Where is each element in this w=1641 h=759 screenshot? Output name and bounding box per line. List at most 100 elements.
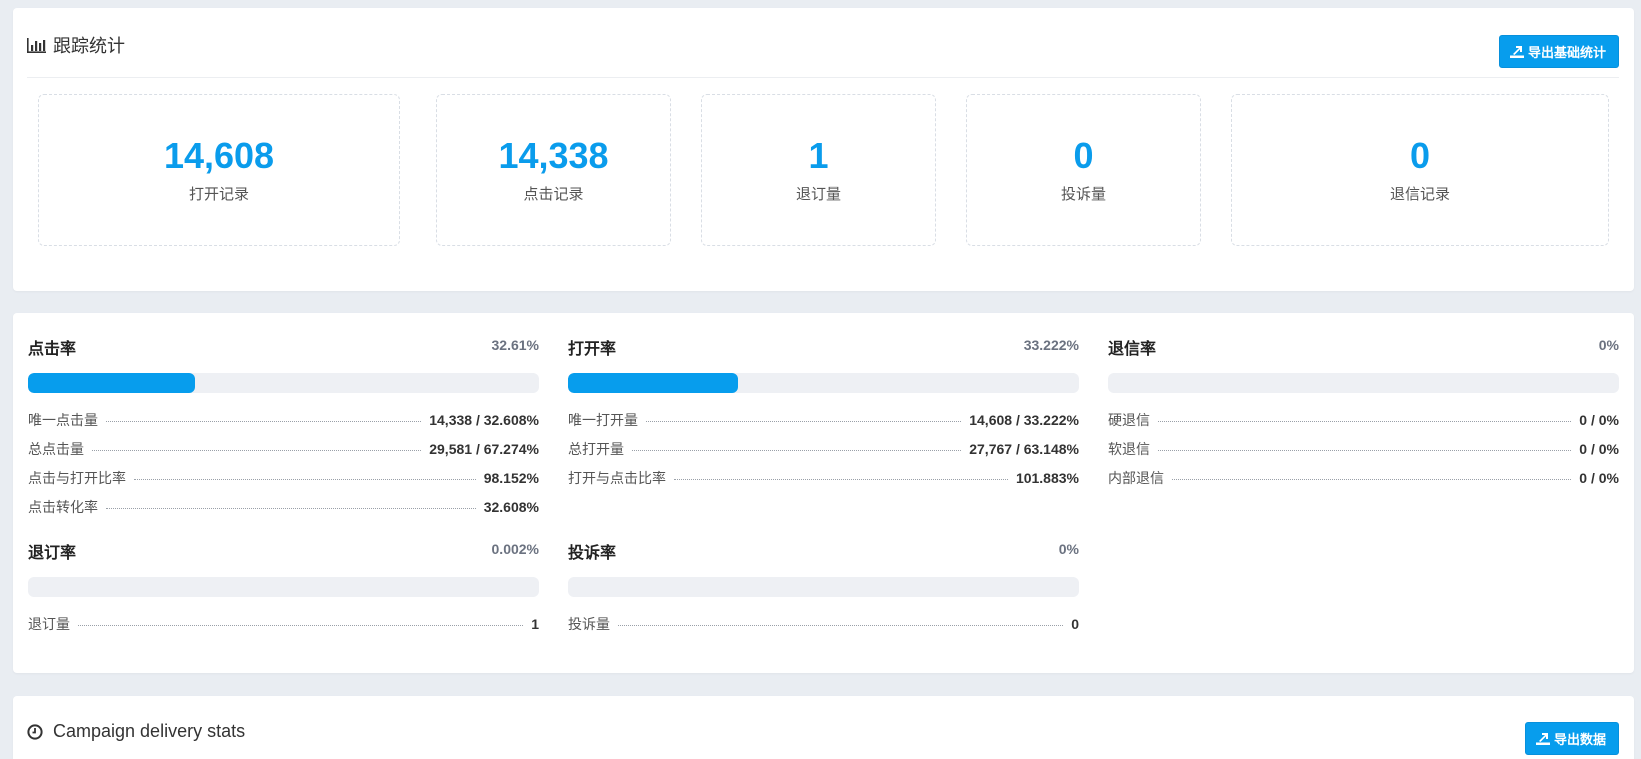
stat-click-records: 14,338 点击记录 (436, 94, 671, 246)
rate-name: 投诉率 (568, 545, 617, 562)
dotted-leader (1172, 479, 1572, 480)
tracking-stats-title-text: 跟踪统计 (53, 36, 125, 56)
rate-name: 打开率 (568, 341, 617, 358)
export-data-label: 导出数据 (1553, 732, 1606, 747)
click-rate-section: 点击率 32.61% 唯一点击量 14,338 / 32.608% 总点击量 2… (28, 335, 539, 526)
export-basic-stats-label: 导出基础统计 (1527, 45, 1606, 60)
clock-icon (27, 723, 47, 741)
export-icon (1535, 732, 1550, 745)
progress-fill (28, 373, 195, 393)
tracking-stats-title: 跟踪统计 (27, 32, 125, 58)
card-divider (27, 77, 1619, 78)
dotted-leader (106, 508, 476, 509)
export-basic-stats-button[interactable]: 导出基础统计 (1498, 35, 1619, 68)
row-value: 101.883% (1015, 470, 1079, 486)
row-label: 软退信 (1108, 441, 1150, 457)
open-rate-progress (568, 373, 1079, 393)
export-icon (1509, 45, 1524, 58)
stat-row-unique-opens: 唯一打开量 14,608 / 33.222% (568, 410, 1079, 439)
stat-row-complaints: 投诉量 0 (568, 614, 1079, 643)
campaign-delivery-title: Campaign delivery stats (27, 721, 245, 742)
dotted-leader (106, 421, 422, 422)
dotted-leader (134, 479, 476, 480)
dotted-leader (632, 450, 962, 451)
rate-name: 点击率 (28, 341, 77, 358)
row-label: 唯一打开量 (568, 412, 638, 428)
stats-row: 14,608 打开记录 14,338 点击记录 1 退订量 0 投诉量 0 退信… (38, 94, 1609, 246)
bounce-rate-section: 退信率 0% 硬退信 0 / 0% 软退信 0 / 0% 内部退信 0 / 0% (1108, 335, 1619, 497)
dotted-leader (618, 625, 1064, 626)
row-value: 29,581 / 67.274% (429, 441, 539, 457)
row-label: 打开与点击比率 (568, 470, 666, 486)
rate-value: 0.002% (491, 541, 539, 557)
campaign-delivery-card: Campaign delivery stats 导出数据 (13, 696, 1634, 759)
dotted-leader (78, 625, 524, 626)
stat-bounce-records: 0 退信记录 (1231, 94, 1609, 246)
stat-label: 退信记录 (1389, 186, 1450, 203)
stat-row-internal-bounce: 内部退信 0 / 0% (1108, 468, 1619, 497)
unsubscribe-rate-progress (28, 577, 539, 597)
dotted-leader (92, 450, 422, 451)
stat-value: 1 (808, 135, 829, 176)
row-label: 投诉量 (568, 616, 610, 632)
tracking-stats-card: 跟踪统计 导出基础统计 14,608 打开记录 14,338 点击记录 1 退订… (13, 8, 1634, 291)
row-value: 32.608% (483, 499, 539, 515)
rate-value: 33.222% (1023, 337, 1079, 353)
row-label: 点击转化率 (28, 499, 98, 515)
stat-label: 点击记录 (523, 186, 584, 203)
dotted-leader (646, 421, 962, 422)
rate-name: 退订率 (28, 545, 77, 562)
stat-row-hard-bounce: 硬退信 0 / 0% (1108, 410, 1619, 439)
rate-value: 32.61% (491, 337, 539, 353)
campaign-delivery-title-text: Campaign delivery stats (53, 721, 246, 741)
dotted-leader (1158, 421, 1572, 422)
bounce-rate-progress (1108, 373, 1619, 393)
stat-row-click-conversion: 点击转化率 32.608% (28, 497, 539, 526)
row-value: 0 / 0% (1579, 470, 1619, 486)
row-label: 内部退信 (1108, 470, 1164, 486)
row-value: 98.152% (483, 470, 539, 486)
row-value: 1 (531, 616, 539, 632)
stat-row-unsubscribes: 退订量 1 (28, 614, 539, 643)
unsubscribe-rate-section: 退订率 0.002% 退订量 1 (28, 539, 539, 643)
stat-row-unique-clicks: 唯一点击量 14,338 / 32.608% (28, 410, 539, 439)
progress-fill (568, 373, 738, 393)
row-value: 0 / 0% (1579, 441, 1619, 457)
stat-unsubscribes: 1 退订量 (701, 94, 936, 246)
row-value: 0 (1071, 616, 1079, 632)
row-label: 点击与打开比率 (28, 470, 126, 486)
rate-value: 0% (1598, 337, 1619, 353)
stat-complaints: 0 投诉量 (966, 94, 1201, 246)
stat-value: 0 (1073, 135, 1094, 176)
complaint-rate-section: 投诉率 0% 投诉量 0 (568, 539, 1079, 643)
row-label: 总点击量 (28, 441, 84, 457)
stat-row-soft-bounce: 软退信 0 / 0% (1108, 439, 1619, 468)
row-label: 退订量 (28, 616, 70, 632)
row-label: 唯一点击量 (28, 412, 98, 428)
stat-value: 14,608 (163, 135, 275, 176)
row-value: 14,338 / 32.608% (429, 412, 539, 428)
dotted-leader (1158, 450, 1572, 451)
stat-row-open-to-click: 打开与点击比率 101.883% (568, 468, 1079, 497)
stat-open-records: 14,608 打开记录 (38, 94, 400, 246)
complaint-rate-progress (568, 577, 1079, 597)
stat-label: 退订量 (795, 186, 841, 203)
open-rate-section: 打开率 33.222% 唯一打开量 14,608 / 33.222% 总打开量 … (568, 335, 1079, 497)
stat-value: 14,338 (498, 135, 609, 176)
row-label: 总打开量 (568, 441, 624, 457)
bar-chart-icon (27, 36, 47, 54)
stat-row-click-to-open: 点击与打开比率 98.152% (28, 468, 539, 497)
click-rate-progress (28, 373, 539, 393)
dotted-leader (674, 479, 1008, 480)
stat-label: 打开记录 (188, 186, 249, 203)
stat-value: 0 (1409, 135, 1431, 176)
rate-value: 0% (1058, 541, 1079, 557)
stat-row-total-opens: 总打开量 27,767 / 63.148% (568, 439, 1079, 468)
export-data-button[interactable]: 导出数据 (1524, 722, 1619, 755)
row-value: 27,767 / 63.148% (969, 441, 1079, 457)
row-label: 硬退信 (1108, 412, 1150, 428)
row-value: 14,608 / 33.222% (969, 412, 1079, 428)
rates-card: 点击率 32.61% 唯一点击量 14,338 / 32.608% 总点击量 2… (13, 313, 1634, 673)
stat-row-total-clicks: 总点击量 29,581 / 67.274% (28, 439, 539, 468)
rate-name: 退信率 (1108, 341, 1157, 358)
